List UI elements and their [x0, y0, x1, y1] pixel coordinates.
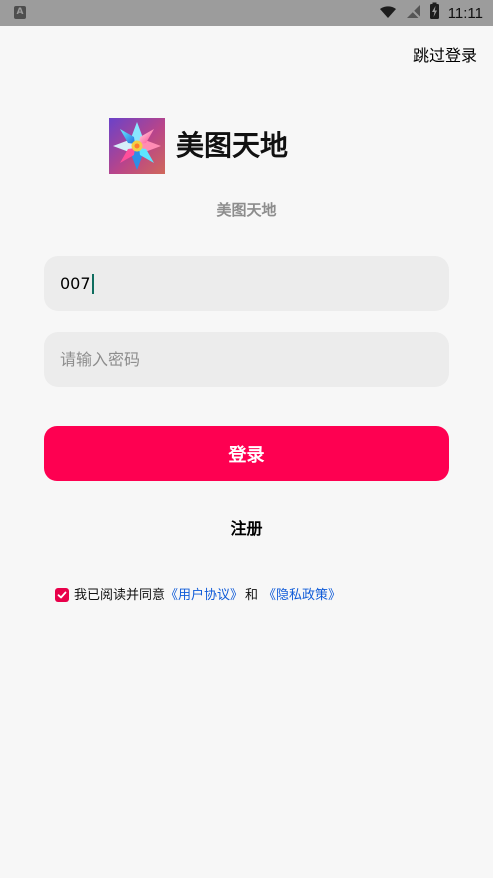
- login-button[interactable]: 登录: [44, 426, 449, 481]
- no-signal-icon: [405, 3, 421, 23]
- app-title: 美图天地: [176, 129, 289, 162]
- username-value: 007: [60, 273, 91, 293]
- username-field[interactable]: 007: [44, 256, 449, 311]
- wifi-icon: [379, 4, 397, 23]
- brand-header: 美图天地: [109, 118, 288, 174]
- battery-charging-icon: [429, 2, 440, 24]
- and-text: 和: [245, 587, 259, 603]
- agreement-checkbox[interactable]: [55, 588, 69, 602]
- status-bar: A 11:11: [0, 0, 493, 26]
- password-input[interactable]: [60, 350, 433, 369]
- privacy-policy-link[interactable]: 《隐私政策》: [263, 589, 341, 602]
- skip-login-link[interactable]: 跳过登录: [413, 48, 477, 64]
- text-cursor: [91, 273, 94, 294]
- status-time: 11:11: [447, 4, 483, 22]
- agreement-row: 我已阅读并同意 《用户协议》 和 《隐私政策》: [55, 588, 341, 602]
- username-input[interactable]: 007: [60, 273, 433, 294]
- register-link[interactable]: 注册: [0, 521, 493, 537]
- app-subtitle: 美图天地: [216, 201, 277, 219]
- flower-logo-icon: [109, 118, 165, 174]
- agreement-text: 我已阅读并同意: [74, 587, 166, 603]
- status-app-icon: A: [14, 6, 26, 19]
- status-icons: 11:11: [379, 2, 483, 24]
- checkmark-icon: [57, 591, 67, 599]
- status-app-indicator: A: [16, 7, 24, 17]
- password-field[interactable]: [44, 332, 449, 387]
- user-agreement-link[interactable]: 《用户协议》: [165, 589, 243, 602]
